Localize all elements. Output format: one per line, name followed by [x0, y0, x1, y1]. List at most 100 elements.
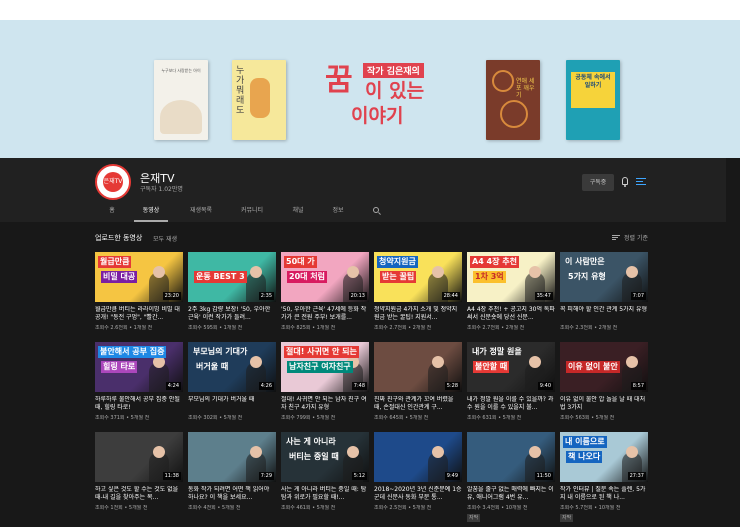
play-all-link[interactable]: 모두 재생 [153, 234, 177, 243]
video-title[interactable]: 월급만큼 버티는 라라이밍 비밀 대공개! "동전 구멍", "빨간... [95, 306, 183, 322]
video-thumbnail[interactable]: 7:29 [188, 432, 276, 482]
video-card[interactable]: 7:29 동화 작가 되려면 어떤 책 읽어야 하나요? 이 책을 보세요... 조… [188, 432, 276, 520]
thumbnail-caption-top: 내 이름으로 [563, 436, 607, 448]
scrollbar-track[interactable] [726, 158, 740, 527]
video-card[interactable]: 9:49 2018~2020년 3년 신춘문예 1승군데 신문사 동화 부문 통.… [374, 432, 462, 520]
join-menu-icon[interactable] [636, 177, 648, 187]
thumbnail-caption-top: 청약지원금 [377, 256, 418, 268]
video-title[interactable]: 이유 없이 불안 압 놀을 날 때 대처법 3가지 [560, 396, 648, 412]
book-cover-2: 누가 뭐래도 [232, 60, 286, 140]
video-meta: 조회수 2.7천회 • 2개월 전 [374, 325, 432, 331]
video-title[interactable]: 꼭 피해야 할 인간 관계 5가지 유형 [560, 306, 648, 322]
video-thumbnail[interactable]: 11:38 [95, 432, 183, 482]
tab-community[interactable]: 커뮤니티 [235, 203, 269, 222]
book-cover-1-art [160, 100, 202, 134]
video-thumbnail[interactable]: 50대 가 20대 처럼 20:13 [281, 252, 369, 302]
channel-avatar[interactable]: 은재TV [95, 164, 131, 200]
video-card[interactable]: 5:28 진짜 친구와 관계가 꼬여 버렸을 때, 손절대신 인간관계 구... 조… [374, 342, 462, 430]
banner-logo-main: 꿈 [325, 63, 353, 98]
sort-line [612, 239, 616, 240]
thumbnail-person-head [626, 356, 638, 368]
video-card[interactable]: 11:50 알꿈을 줄구 없는 매력에 빠지는 이유, 애니어그램 4번 유...… [467, 432, 555, 522]
video-thumbnail[interactable]: 11:50 [467, 432, 555, 482]
video-thumbnail[interactable]: 월급만큼 비밀 대공 23:20 [95, 252, 183, 302]
video-title[interactable]: 청약지원금 4가지 소개 및 청약지원금 받는 꿀팁! 지원서... [374, 306, 462, 322]
thumbnail-person-head [347, 266, 359, 278]
thumbnail-person-head [529, 266, 541, 278]
thumbnail-caption-bottom: 버티는 중일 때 [289, 452, 339, 461]
video-card[interactable]: 월급만큼 비밀 대공 23:20 월급만큼 버티는 라라이밍 비밀 대공개! "동전 … [95, 252, 183, 340]
search-icon[interactable] [373, 207, 381, 215]
video-card[interactable]: 내가 정말 원을 불안할 때 9:40 내가 정말 원을 이룰 수 있을까? 과수 원… [467, 342, 555, 430]
top-strip [0, 0, 740, 20]
video-card[interactable]: 불안해서 공부 집중 힐링 타로 4:24 하루하루 불안해서 공부 집중 안될 때,… [95, 342, 183, 430]
video-thumbnail[interactable]: A4 4장 추천 1차 3억 35:47 [467, 252, 555, 302]
video-card[interactable]: 사는 게 아니라버티는 중일 때 5:12 사는 게 아니라 버티는 중일 때: 탐… [281, 432, 369, 520]
video-card[interactable]: 절대! 사귀면 안 되는 남자친구 여자친구 7:48 절대! 사귀면 안 되는 남자… [281, 342, 369, 430]
video-thumbnail[interactable]: 운동 BEST 3 2:35 [188, 252, 276, 302]
video-thumbnail[interactable]: 이 사람만은 5가지 유형 7:07 [560, 252, 648, 302]
tab-channels[interactable]: 채널 [286, 203, 310, 222]
video-card[interactable]: 운동 BEST 3 2:35 2주 3kg 감량 보장! '50, 우아한 근육' … [188, 252, 276, 340]
video-title[interactable]: 2주 3kg 감량 보장! '50, 우아한 근육' 이런 작가가 들려... [188, 306, 276, 322]
notification-bell-icon[interactable] [620, 176, 630, 188]
video-duration: 5:12 [351, 472, 367, 480]
subscribed-button[interactable]: 구독중 [582, 174, 614, 191]
thumbnail-person-head [529, 446, 541, 458]
video-card[interactable]: A4 4장 추천 1차 3억 35:47 A4 4장 추천! + 공고지 30억 독파… [467, 252, 555, 340]
book-cover-3: 연애 세포 깨우기 [486, 60, 540, 140]
tab-home[interactable]: 홈 [104, 203, 120, 222]
thumbnail-person-head [529, 356, 541, 368]
sort-by-button[interactable]: 정렬 기준 [624, 233, 648, 242]
video-title[interactable]: 하루하루 불안해서 공부 집중 안될 때, 힐링 타로! [95, 396, 183, 412]
video-title[interactable]: 절대! 사귀면 안 되는 남자 친구 여자 친구 4가지 유형 [281, 396, 369, 412]
thumbnail-caption-top: 사는 게 아니라 [286, 437, 336, 446]
video-thumbnail[interactable]: 내 이름으로 책 나오다 27:37 [560, 432, 648, 482]
book-cover-2-art [250, 78, 270, 118]
book-cover-1-title: 누구보다 사랑받는 아이 [161, 68, 201, 73]
video-title[interactable]: 동화 작가 되려면 어떤 책 읽어야 하나요? 이 책을 보세요... [188, 486, 276, 502]
thumbnail-person-head [153, 446, 165, 458]
video-card[interactable]: 부모님의 기대가 버거울 때 4:26 부모님의 기대가 버거울 때 조회수 302회 … [188, 342, 276, 430]
video-title[interactable]: 작가 인터뷰 | 질문 속는 플렌, 5가지 내 이름으로 된 책 나... [560, 486, 648, 502]
thumbnail-caption-top: 부모님의 기대가 [193, 347, 248, 356]
video-title[interactable]: 하고 싶은 것도 할 수는 것도 없을 때-내 길을 찾아주는 목... [95, 486, 183, 502]
video-title[interactable]: 진짜 친구와 관계가 꼬여 버렸을 때, 손절대신 인간관계 구... [374, 396, 462, 412]
thumbnail-caption-bottom: 1차 3억 [473, 271, 506, 283]
video-thumbnail[interactable]: 5:28 [374, 342, 462, 392]
video-card[interactable]: 이유 없이 불안 8:57 이유 없이 불안 압 놀을 날 때 대처법 3가지 조회수… [560, 342, 648, 430]
video-thumbnail[interactable]: 이유 없이 불안 8:57 [560, 342, 648, 392]
video-card[interactable]: 50대 가 20대 처럼 20:13 '50, 우아한 근육' 47세에 등화 작가가… [281, 252, 369, 340]
video-card[interactable]: 이 사람만은 5가지 유형 7:07 꼭 피해야 할 인간 관계 5가지 유형조회수 … [560, 252, 648, 340]
book-cover-2-title: 누가 뭐래도 [236, 66, 245, 116]
thumbnail-caption-bottom: 책 나오다 [566, 451, 603, 463]
tab-videos[interactable]: 동영상 [134, 203, 168, 222]
thumbnail-caption-top: 내가 정말 원을 [472, 347, 522, 356]
video-thumbnail[interactable]: 청약지원금 받는 꿀팁 28:44 [374, 252, 462, 302]
video-card[interactable]: 청약지원금 받는 꿀팁 28:44 청약지원금 4가지 소개 및 청약지원금 받는 꿀… [374, 252, 462, 340]
video-card[interactable]: 내 이름으로 책 나오다 27:37 작가 인터뷰 | 질문 속는 플렌, 5가지 내… [560, 432, 648, 522]
tab-about[interactable]: 정보 [326, 203, 350, 222]
thumbnail-caption-top: A4 4장 추천 [470, 256, 519, 268]
video-thumbnail[interactable]: 절대! 사귀면 안 되는 남자친구 여자친구 7:48 [281, 342, 369, 392]
tab-playlists[interactable]: 재생목록 [184, 203, 218, 222]
video-thumbnail[interactable]: 불안해서 공부 집중 힐링 타로 4:24 [95, 342, 183, 392]
video-card[interactable]: 11:38 하고 싶은 것도 할 수는 것도 없을 때-내 길을 찾아주는 목..… [95, 432, 183, 520]
video-meta: 조회수 645회 • 5개월 전 [374, 415, 429, 421]
video-title[interactable]: 부모님의 기대가 버거울 때 [188, 396, 276, 412]
video-title[interactable]: A4 4장 추천! + 공고지 30억 독파 써서 신문숏에 당선 신문... [467, 306, 555, 322]
video-thumbnail[interactable]: 내가 정말 원을 불안할 때 9:40 [467, 342, 555, 392]
video-title[interactable]: 알꿈을 줄구 없는 매력에 빠지는 이유, 애니어그램 4번 유... [467, 486, 555, 502]
sort-icon[interactable] [612, 235, 620, 241]
video-duration: 5:28 [444, 382, 460, 390]
video-title[interactable]: 내가 정말 원을 이룰 수 있을까? 과수 원을 이룰 수 있을지 불... [467, 396, 555, 412]
video-title[interactable]: '50, 우아한 근육' 47세에 등화 작가가 큰 전원 주부! 보개를... [281, 306, 369, 322]
thumbnail-caption-bottom: 운동 BEST 3 [194, 271, 247, 283]
video-thumbnail[interactable]: 9:49 [374, 432, 462, 482]
video-thumbnail[interactable]: 부모님의 기대가 버거울 때 4:26 [188, 342, 276, 392]
video-thumbnail[interactable]: 사는 게 아니라버티는 중일 때 5:12 [281, 432, 369, 482]
video-title[interactable]: 사는 게 아니라 버티는 중일 때: 탐탐과 위로가 필요할 때!... [281, 486, 369, 502]
video-meta: 조회수 2.3천회 • 2개월 전 [560, 325, 618, 331]
video-title[interactable]: 2018~2020년 3년 신춘문예 1승군데 신문사 동화 부문 통... [374, 486, 462, 502]
thumbnail-caption-bottom: 이유 없이 불안 [566, 361, 620, 373]
